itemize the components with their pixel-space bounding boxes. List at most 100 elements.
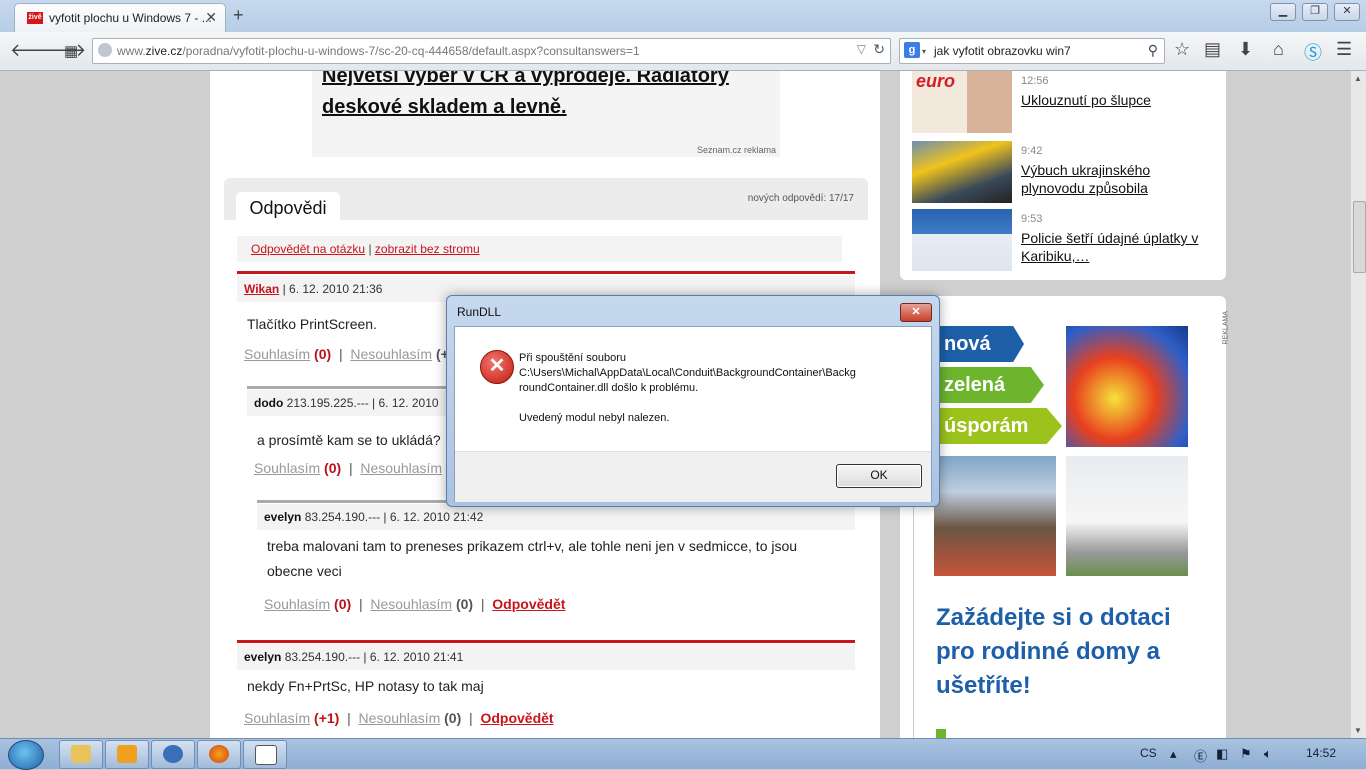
minimize-button[interactable]: ▁ [1270,3,1296,21]
page-scrollbar[interactable]: ▲ ▼ [1350,71,1366,738]
taskbar-explorer[interactable] [59,740,103,769]
agree-button[interactable]: Souhlasím [244,710,310,726]
close-window-button[interactable]: ✕ [1334,3,1360,21]
browser-tab[interactable]: živě vyfotit plochu u Windows 7 - ... ✕ [14,3,226,33]
action-center-icon[interactable]: ⚑ [1240,746,1252,762]
news-item[interactable]: euro 12:56 Uklouznutí po šlupce [912,71,1212,133]
view-without-tree-link[interactable]: zobrazit bez stromu [375,242,480,256]
scroll-up-icon[interactable]: ▲ [1354,74,1362,83]
folder-icon [71,745,91,763]
news-item[interactable]: 9:42 Výbuch ukrajinského plynovodu způso… [912,141,1212,203]
disagree-button[interactable]: Nesouhlasím [360,460,442,476]
dialog-title: RunDLL [457,305,502,319]
url-text[interactable]: www.zive.cz/poradna/vyfotit-plochu-u-win… [117,44,640,58]
skype-icon[interactable]: Ⓢ [1304,39,1322,65]
ad-headline[interactable]: Zažádejte si o dotaci pro rodinné domy a… [936,601,1206,703]
sidebar-advertisement[interactable]: REKLAMA nová zelená úsporám Zažádejte si… [900,296,1229,738]
agree-button[interactable]: Souhlasím [254,460,320,476]
search-bar[interactable]: g ▾ jak vyfotit obrazovku win7 ⚲ [899,38,1165,64]
error-icon: ✕ [480,350,514,384]
news-item[interactable]: 9:53 Policie šetří údajné úplatky v Kari… [912,209,1212,271]
dialog-body: ✕ Při spouštění souboru C:\Users\Michal\… [454,326,932,502]
thermal-house-image [1066,326,1188,447]
post-header: evelyn 83.254.190.--- | 6. 12. 2010 21:4… [257,504,855,530]
language-indicator[interactable]: CS [1140,746,1157,760]
tab-title: vyfotit plochu u Windows 7 - ... [49,11,212,25]
bookmark-star-icon[interactable]: ☆ [1174,39,1190,60]
ad-top-text[interactable]: Největší výběr v ČR a výprodeje. Radiáto… [322,71,762,123]
window-icon [255,745,277,765]
reply-to-question-link[interactable]: Odpovědět na otázku [251,242,365,256]
show-hidden-icons-icon[interactable]: ▴ [1170,746,1177,762]
tab-close-icon[interactable]: ✕ [205,9,217,26]
url-dropdown-icon[interactable]: ▽ [857,42,866,56]
tray-sync-icon[interactable]: ◧ [1216,746,1228,762]
clock[interactable]: 14:52 [1306,746,1336,760]
disagree-count: (0) [455,596,474,612]
url-bar[interactable]: www.zive.cz/poradna/vyfotit-plochu-u-win… [92,38,891,64]
agree-button[interactable]: Souhlasím [264,596,330,612]
news-thumbnail[interactable] [912,141,1012,203]
taskbar-media-player[interactable] [105,740,149,769]
ad-banner[interactable]: nová zelená úsporám Zažádejte si o dotac… [913,316,1214,738]
dialog-close-button[interactable]: ✕ [900,303,932,322]
disagree-count: (0) [444,710,462,726]
agree-count: (0) [324,460,342,476]
reply-button[interactable]: Odpovědět [492,596,565,612]
reload-icon[interactable]: ↻ [873,41,885,58]
site-identity-icon[interactable] [98,43,112,57]
top-advertisement[interactable]: Největší výběr v ČR a výprodeje. Radiáto… [312,71,780,157]
advertisement-label: REKLAMA [1222,311,1229,345]
post-author: evelyn [244,650,282,664]
tray-app-icon[interactable]: Ⓔ [1194,746,1207,765]
agree-count: (0) [334,596,352,612]
ad-bullet-icon [936,729,946,738]
maximize-button[interactable]: ❐ [1302,3,1328,21]
search-engine-dropdown-icon[interactable]: ▾ [922,47,926,56]
news-title-link[interactable]: Policie šetří údajné úplatky v Karibiku,… [1021,229,1211,265]
post-header: evelyn 83.254.190.--- | 6. 12. 2010 21:4… [237,644,855,670]
start-button[interactable] [8,740,44,770]
disagree-button[interactable]: Nesouhlasím [359,710,441,726]
bookmarks-library-icon[interactable]: ▦ [64,42,78,60]
firefox-icon [209,745,229,763]
news-thumbnail[interactable] [912,209,1012,271]
post-actions: Souhlasím (0) | Nesouhlasím (0) | Odpově… [264,596,566,612]
disagree-button[interactable]: Nesouhlasím [350,346,432,362]
post-actions: Souhlasím (0) | Nesouhlasím (+ [244,346,449,362]
home-icon[interactable]: ⌂ [1273,39,1284,60]
downloads-icon[interactable]: ⬇ [1238,39,1253,60]
volume-icon[interactable]: 🔈︎ [1264,746,1272,762]
post-author: evelyn [264,510,302,524]
scrollbar-thumb[interactable] [1353,201,1366,273]
taskbar-firefox[interactable] [197,740,241,769]
ad-source-label: Seznam.cz reklama [696,145,776,155]
windows-taskbar: CS ▴ Ⓔ ◧ ⚑ 🔈︎ 14:52 [0,738,1366,770]
post-author: dodo [254,396,284,410]
reading-list-icon[interactable]: ▤ [1204,39,1221,60]
taskbar-rundll[interactable] [243,740,287,769]
scroll-down-icon[interactable]: ▼ [1354,726,1362,735]
news-title-link[interactable]: Výbuch ukrajinského plynovodu způsobila [1021,161,1211,197]
new-tab-button[interactable]: + [233,5,244,26]
menu-icon[interactable]: ☰ [1336,39,1352,60]
news-thumbnail[interactable]: euro [912,71,1012,133]
agree-button[interactable]: Souhlasím [244,346,310,362]
post-divider [237,271,855,274]
ok-button[interactable]: OK [836,464,922,488]
disagree-button[interactable]: Nesouhlasím [370,596,452,612]
forward-arrow-icon[interactable]: 🡒 [38,40,86,61]
dialog-footer: OK [455,451,931,502]
agree-count: (+1) [314,710,340,726]
browser-titlebar: živě vyfotit plochu u Windows 7 - ... ✕ … [0,0,1366,33]
google-search-icon[interactable]: g [904,42,920,58]
post-author-link[interactable]: Wikan [244,282,279,296]
taskbar-network[interactable] [151,740,195,769]
post-divider [237,640,855,643]
news-title-link[interactable]: Uklouznutí po šlupce [1021,91,1211,109]
search-input[interactable]: jak vyfotit obrazovku win7 [934,44,1071,58]
search-icon[interactable]: ⚲ [1148,42,1158,59]
solar-panel-image [934,456,1056,576]
reply-button[interactable]: Odpovědět [480,710,553,726]
ad-arrow-save: úsporám [934,408,1062,444]
